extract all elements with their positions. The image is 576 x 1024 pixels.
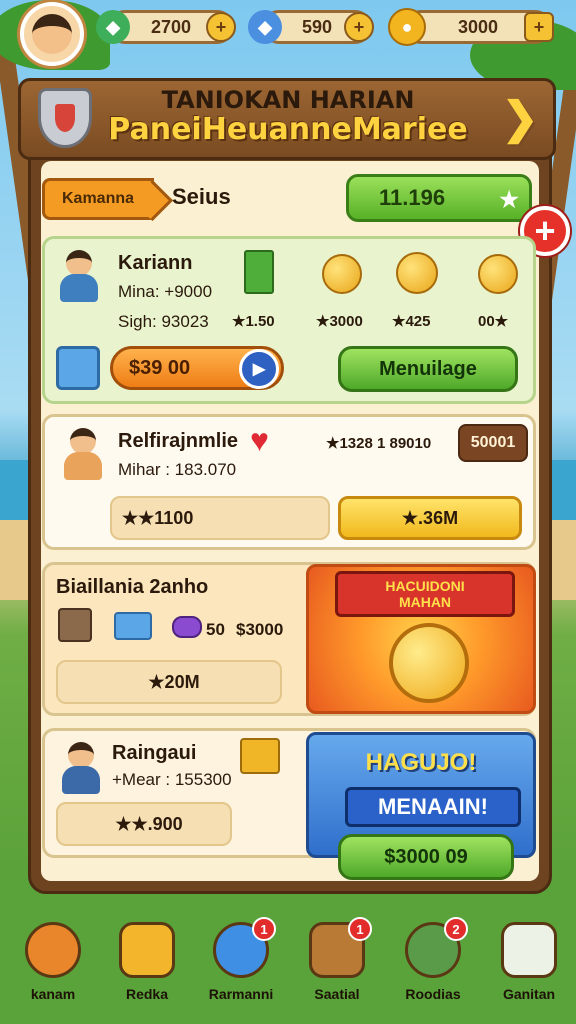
promo-ribbon: HACUIDONI MAHAN — [335, 571, 515, 617]
promo-banner-coin[interactable]: HACUIDONI MAHAN — [306, 564, 536, 714]
coins-value: 3000 — [457, 16, 499, 37]
reward-value-1: ★1.50 — [232, 313, 275, 330]
character-avatar-1 — [56, 250, 100, 302]
card1-line1: Mina: +9000 — [118, 282, 213, 301]
crystals-value: 590 — [301, 16, 333, 37]
notification-badge: 1 — [252, 917, 276, 941]
nav-item-ganitan[interactable]: Ganitan — [484, 922, 574, 1022]
green-book-icon — [244, 250, 274, 294]
nav-label: Redka — [125, 986, 169, 1002]
nav-item-saatial[interactable]: 1 Saatial — [292, 917, 382, 1022]
promo2-buy-button[interactable]: $3000 09 — [338, 834, 514, 880]
panel-title-line1: TANIOKAN HARIAN — [161, 86, 415, 114]
character-avatar-2 — [60, 428, 104, 480]
add-coins-button[interactable]: + — [524, 12, 554, 42]
category-tag-label: Kamanna — [61, 190, 135, 207]
add-crystals-button[interactable]: + — [344, 12, 374, 42]
nav-label: Rarmanni — [208, 986, 274, 1002]
nav-item-kanam[interactable]: kanam — [8, 922, 98, 1022]
manage-button[interactable]: Menuilage — [338, 346, 518, 392]
card2-left-bar: ★★1100 — [110, 496, 330, 540]
heart-icon: ♥ — [250, 422, 269, 458]
play-icon: ▶ — [239, 349, 279, 389]
coin-icon-3 — [478, 254, 518, 294]
nav-item-rarmanni[interactable]: 1 Rarmanni — [196, 917, 286, 1022]
big-coin-icon — [389, 623, 469, 703]
globe-icon: 1 — [213, 917, 276, 978]
shield-coin-icon — [25, 922, 81, 978]
green-gem-icon: ◆ — [96, 10, 130, 44]
nav-item-redka[interactable]: Redka — [102, 922, 192, 1022]
calendar-icon — [501, 922, 557, 978]
promo2-ribbon: MENAAIN! — [345, 787, 521, 827]
nav-label: Ganitan — [502, 986, 556, 1002]
nav-label: Roodias — [405, 986, 461, 1002]
card4-name: Raingaui — [112, 742, 197, 764]
card3-value-1: 50 — [206, 620, 225, 639]
card1-name: Kariann — [118, 252, 193, 274]
buy-price-label: $39 00 — [129, 356, 191, 379]
gold-crate-icon — [240, 738, 280, 774]
manage-label: Menuilage — [379, 357, 477, 380]
category-tag-button[interactable]: Kamanna — [42, 178, 154, 220]
card3-bar[interactable]: ★20M — [56, 660, 282, 704]
reward-value-3: ★425 — [392, 313, 431, 330]
top-resource-bar: 2700 ◆ + 590 ◆ + 3000 ● + — [0, 0, 576, 66]
treasure-box-icon — [119, 922, 175, 978]
card2-claim-button[interactable]: ★.36M — [338, 496, 522, 540]
crate-icon — [58, 608, 92, 642]
card2-name: Relfirajnmlie — [118, 430, 239, 452]
nav-label: kanam — [30, 986, 76, 1002]
helmet-icon: 2 — [405, 917, 468, 978]
candy-icon — [172, 616, 202, 638]
avatar-face — [32, 14, 72, 54]
blue-crystal-icon: ◆ — [248, 10, 282, 44]
card2-line1: Mihar : 183.070 — [118, 460, 237, 479]
notification-badge: 2 — [444, 917, 468, 941]
blue-chest-icon — [56, 346, 100, 390]
nav-label: Saatial — [314, 986, 360, 1002]
reward-value-2: ★3000 — [316, 313, 363, 330]
notification-badge: 1 — [348, 917, 372, 941]
lightning-next-button[interactable]: ❯ — [498, 90, 542, 146]
player-avatar[interactable] — [20, 2, 84, 66]
card1-line2: Sigh: 93023 — [118, 312, 209, 331]
card4-bar[interactable]: ★★.900 — [56, 802, 232, 846]
buy-price-button[interactable]: $39 00 ▶ — [110, 346, 284, 390]
add-gems-button[interactable]: + — [206, 12, 236, 42]
card2-stars-value: ★1328 1 89010 — [326, 435, 432, 452]
card2-price: 50001 — [470, 434, 516, 451]
set-label: Seius — [172, 184, 231, 209]
card3-name: Biaillania 2anho — [56, 576, 209, 598]
nav-item-roodias[interactable]: 2 Roodias — [388, 917, 478, 1022]
character-avatar-4 — [58, 742, 102, 794]
card2-price-pill[interactable]: 50001 — [458, 424, 528, 462]
total-value: 11.196 — [379, 185, 446, 210]
gold-coin-icon: ● — [388, 8, 426, 46]
bottom-nav: kanam Redka 1 Rarmanni 1 Saatial 2 Roodi… — [0, 914, 576, 1024]
star-icon: ★ — [499, 187, 519, 212]
coin-icon-1 — [322, 254, 362, 294]
coin-icon-2 — [396, 252, 438, 294]
total-value-bar[interactable]: 11.196 ★ — [346, 174, 532, 222]
blue-box-icon — [114, 612, 152, 640]
card4-line1: +Mear : 155300 — [112, 770, 232, 789]
panel-title-line2: PaneiHeuanneMariee — [108, 112, 468, 147]
gems-value: 2700 — [150, 16, 192, 37]
card3-value-2: $3000 — [236, 620, 284, 639]
sword-icon: 1 — [309, 917, 372, 978]
reward-value-4: 00★ — [478, 313, 509, 330]
promo2-title: HAGUJO! — [365, 749, 477, 776]
